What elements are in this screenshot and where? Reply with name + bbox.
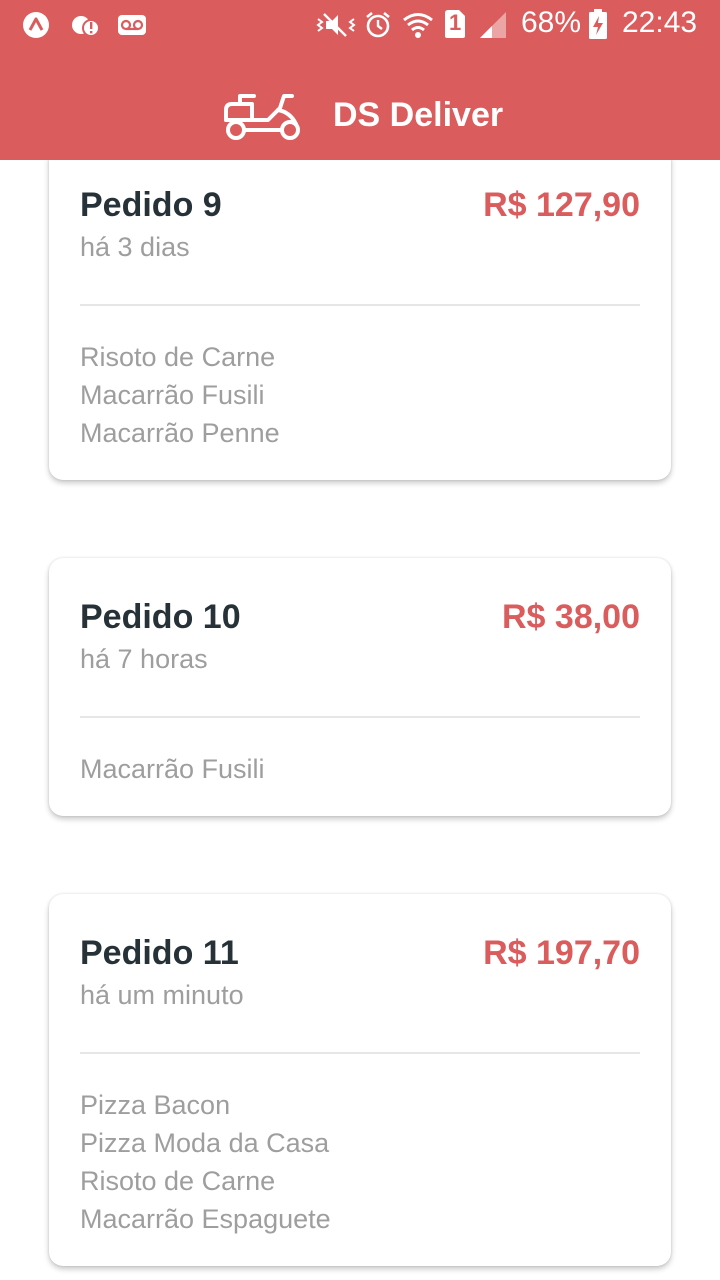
order-items: Risoto de Carne Macarrão Fusili Macarrão… [80,338,280,452]
status-bar: 1 68% 22:43 [0,0,720,50]
order-time: há um minuto [80,980,244,1010]
order-item: Pizza Bacon [80,1090,231,1120]
order-divider [80,716,640,718]
order-price: R$ 197,70 [483,934,640,972]
order-item: Risoto de Carne [80,1166,276,1196]
sim-label: 1 [449,10,462,35]
order-item: Macarrão Espaguete [80,1204,331,1234]
order-items: Macarrão Fusili [80,750,265,788]
order-title: Pedido 10 [80,598,241,636]
order-items: Pizza Bacon Pizza Moda da Casa Risoto de… [80,1086,331,1238]
app-a-icon [22,11,50,44]
screen: Pedido 9 R$ 127,90 há 3 dias Risoto de C… [0,0,720,1280]
order-title: Pedido 11 [80,934,239,972]
order-divider [80,1052,640,1054]
order-divider [80,304,640,306]
orders-list[interactable]: Pedido 9 R$ 127,90 há 3 dias Risoto de C… [0,0,720,1280]
order-item: Risoto de Carne [80,342,276,372]
battery-percent: 68% [521,6,582,39]
order-item: Macarrão Penne [80,418,280,448]
order-card[interactable]: Pedido 10 R$ 38,00 há 7 horas Macarrão F… [49,558,671,816]
app-header: DS Deliver [0,50,720,160]
order-card[interactable]: Pedido 9 R$ 127,90 há 3 dias Risoto de C… [49,146,671,480]
app-top-bar: 1 68% 22:43 DS Deliver [0,0,720,160]
signal-icon [478,11,508,44]
order-item: Macarrão Fusili [80,754,265,784]
order-time: há 3 dias [80,232,190,262]
clock: 22:43 [622,6,698,39]
wifi-icon [402,11,434,44]
alarm-icon [364,11,392,44]
vibrate-icon [316,11,356,44]
alert-badge-icon [70,11,100,44]
voicemail-icon [117,11,147,44]
delivery-scooter-icon [220,88,304,147]
order-price: R$ 38,00 [502,598,640,636]
order-item: Pizza Moda da Casa [80,1128,330,1158]
order-title: Pedido 9 [80,186,222,224]
order-item: Macarrão Fusili [80,380,265,410]
order-price: R$ 127,90 [483,186,640,224]
order-time: há 7 horas [80,644,208,674]
battery-charging-icon [588,8,608,45]
app-title: DS Deliver [333,96,504,134]
order-card[interactable]: Pedido 11 R$ 197,70 há um minuto Pizza B… [49,894,671,1266]
